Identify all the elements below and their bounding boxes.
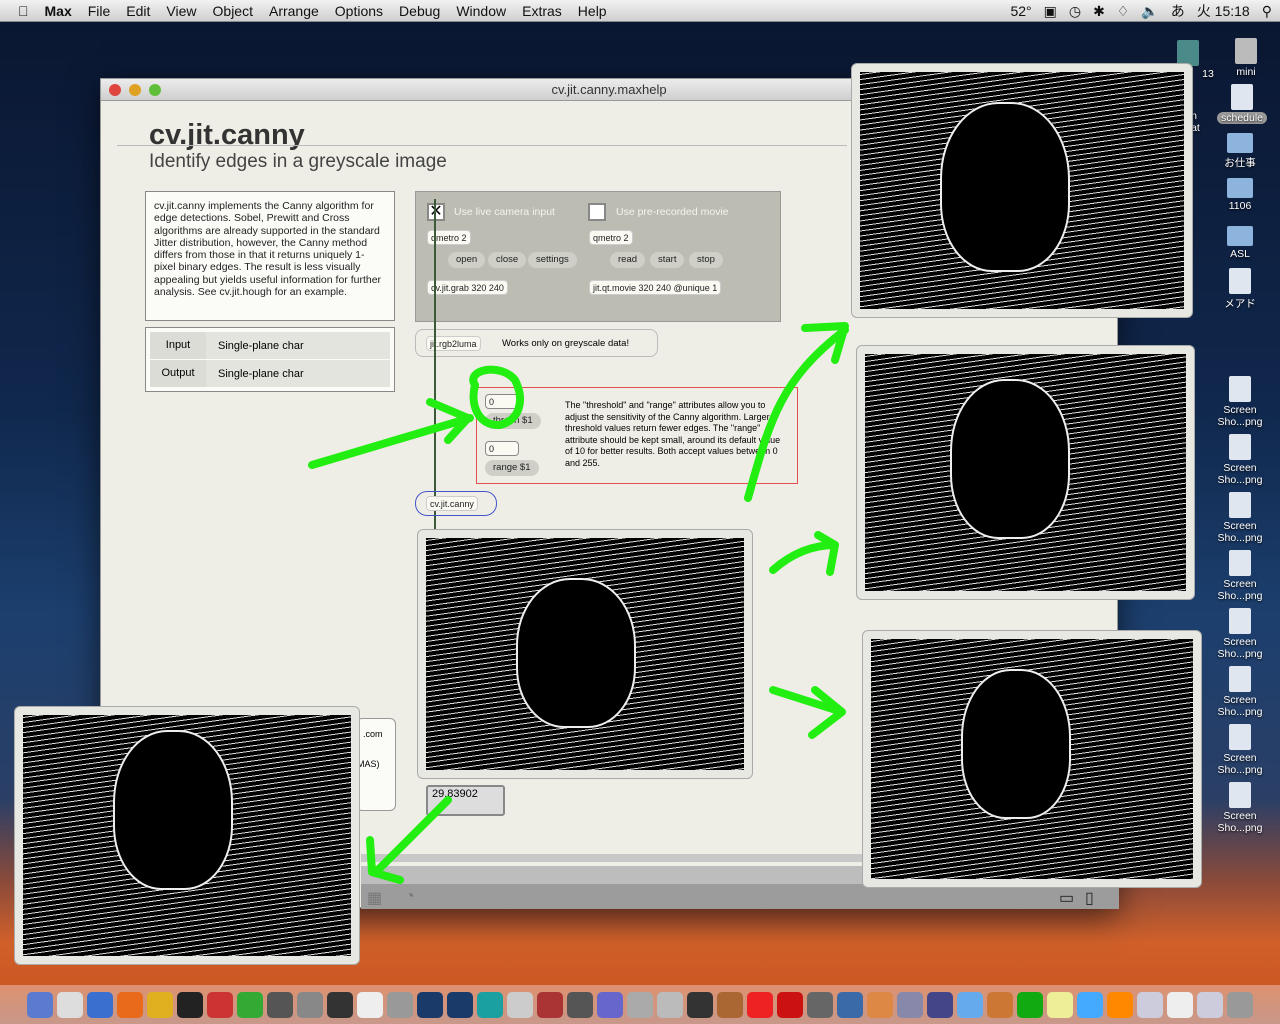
dock-app-icon[interactable] <box>357 991 383 1018</box>
dock-app-icon[interactable] <box>717 991 743 1018</box>
dock-app-icon[interactable] <box>327 991 353 1018</box>
dock-app-icon[interactable] <box>297 991 323 1018</box>
dock-app-icon[interactable] <box>747 991 773 1018</box>
dock-app-icon[interactable] <box>1047 991 1073 1018</box>
dock-app-icon[interactable] <box>1077 991 1103 1018</box>
dock <box>0 985 1280 1024</box>
dock-app-icon[interactable] <box>1137 991 1163 1018</box>
dock-app-icon[interactable] <box>687 991 713 1018</box>
dock-app-icon[interactable] <box>567 991 593 1018</box>
dock-app-icon[interactable] <box>237 991 263 1018</box>
dock-app-icon[interactable] <box>87 991 113 1018</box>
dock-app-icon[interactable] <box>957 991 983 1018</box>
arrow-low-right <box>769 686 846 739</box>
circle-threshold <box>469 365 524 429</box>
arrow-up-right <box>744 322 849 502</box>
dock-app-icon[interactable] <box>777 991 803 1018</box>
dock-app-icon[interactable] <box>117 991 143 1018</box>
dock-app-icon[interactable] <box>27 991 53 1018</box>
dock-app-icon[interactable] <box>1197 991 1223 1018</box>
dock-app-icon[interactable] <box>867 991 893 1018</box>
dock-app-icon[interactable] <box>657 991 683 1018</box>
dock-app-icon[interactable] <box>57 991 83 1018</box>
arrow-mid-right <box>769 531 839 576</box>
dock-app-icon[interactable] <box>1107 991 1133 1018</box>
dock-app-icon[interactable] <box>897 991 923 1018</box>
dock-app-icon[interactable] <box>267 991 293 1018</box>
dock-app-icon[interactable] <box>207 991 233 1018</box>
dock-app-icon[interactable] <box>147 991 173 1018</box>
dock-app-icon[interactable] <box>927 991 953 1018</box>
dock-app-icon[interactable] <box>177 991 203 1018</box>
annotation-layer <box>308 322 849 884</box>
dock-app-icon[interactable] <box>987 991 1013 1018</box>
dock-app-icon[interactable] <box>1227 991 1253 1018</box>
dock-app-icon[interactable] <box>477 991 503 1018</box>
dock-app-icon[interactable] <box>627 991 653 1018</box>
dock-app-icon[interactable] <box>417 991 443 1018</box>
dock-app-icon[interactable] <box>1017 991 1043 1018</box>
dock-app-icon[interactable] <box>597 991 623 1018</box>
arrow-down-left <box>366 796 452 884</box>
dock-app-icon[interactable] <box>837 991 863 1018</box>
dock-app-icon[interactable] <box>387 991 413 1018</box>
dock-app-icon[interactable] <box>537 991 563 1018</box>
arrow-to-threshold <box>308 398 474 469</box>
dock-app-icon[interactable] <box>807 991 833 1018</box>
dock-app-icon[interactable] <box>1167 991 1193 1018</box>
dock-app-icon[interactable] <box>507 991 533 1018</box>
dock-app-icon[interactable] <box>447 991 473 1018</box>
